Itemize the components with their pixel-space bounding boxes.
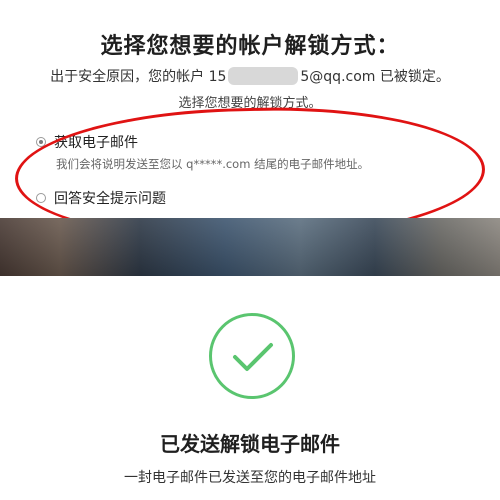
option-security-question-label: 回答安全提示问题 <box>54 191 166 207</box>
page-title: 选择您想要的帐户解锁方式： <box>100 34 400 59</box>
unlock-instruction: 选择您想要的解锁方式。 <box>178 96 322 111</box>
option-get-email-label: 获取电子邮件 <box>54 135 138 151</box>
confirmation-title: 已发送解锁电子邮件 <box>160 432 340 456</box>
radio-get-email[interactable] <box>36 137 46 147</box>
option-security-question[interactable]: 回答安全提示问题 <box>36 188 166 208</box>
confirmation-subtitle: 一封电子邮件已发送至您的电子邮件地址 <box>124 470 376 486</box>
option-get-email[interactable]: 获取电子邮件 <box>36 132 138 152</box>
background-photo-band <box>0 218 500 276</box>
redacted-account-number <box>228 67 299 85</box>
radio-security-question[interactable] <box>36 193 46 203</box>
checkmark-icon <box>209 313 295 399</box>
lock-reason-text: 出于安全原因，您的帐户 15 5@qq.com 已被锁定。 <box>0 66 500 86</box>
lock-reason-suffix: 5@qq.com 已被锁定。 <box>300 69 450 85</box>
unlock-panel: 选择您想要的帐户解锁方式： 出于安全原因，您的帐户 15 5@qq.com 已被锁… <box>0 0 500 245</box>
option-get-email-description: 我们会将说明发送至您以 q*****.com 结尾的电子邮件地址。 <box>56 157 370 171</box>
lock-reason-prefix: 出于安全原因，您的帐户 15 <box>50 69 227 85</box>
